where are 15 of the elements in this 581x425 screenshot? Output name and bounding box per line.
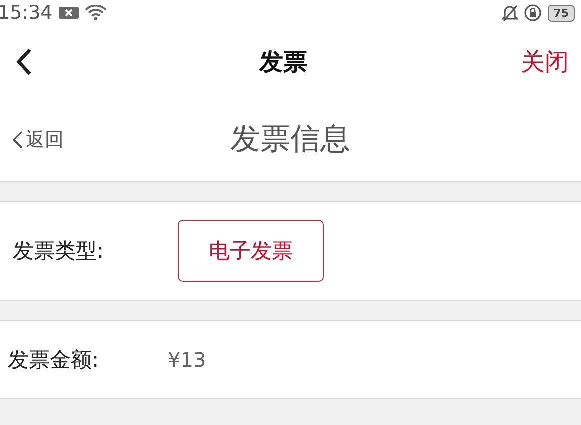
- rotation-lock-icon: [524, 4, 542, 22]
- amount-value: ¥13: [168, 348, 206, 372]
- chevron-left-icon: [12, 130, 24, 150]
- status-time: 15:34: [0, 2, 53, 24]
- back-link[interactable]: 返回: [12, 126, 64, 152]
- field-label: 发票金额:: [8, 346, 100, 374]
- notification-icon: [58, 6, 79, 20]
- page-title: 发票: [260, 47, 308, 78]
- bell-muted-icon: [502, 4, 518, 22]
- invoice-type-option[interactable]: 电子发票: [178, 220, 324, 282]
- field-label: 发票类型:: [13, 238, 106, 265]
- close-button[interactable]: 关闭: [521, 46, 569, 78]
- battery-level: 75: [548, 4, 575, 22]
- section-title: 发票信息: [230, 121, 350, 159]
- wifi-icon: [84, 5, 107, 21]
